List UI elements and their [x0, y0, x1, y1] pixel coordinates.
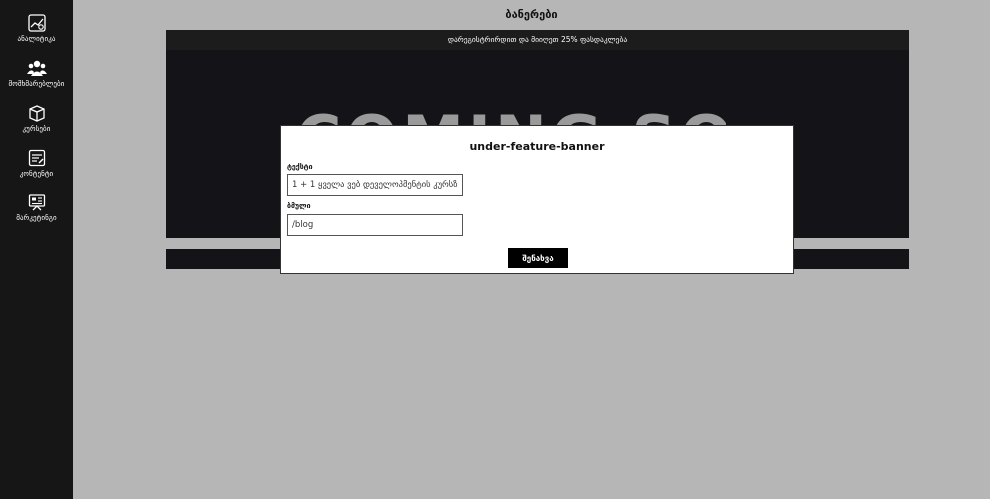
banner-text-input[interactable] [287, 174, 463, 196]
courses-icon [28, 105, 45, 122]
sidebar-item-courses[interactable]: კურსები [0, 104, 73, 133]
marketing-icon [28, 194, 45, 211]
banner-caption: დარეგისტრირდით და მიიღეთ 25% ფასდაკლება [166, 30, 909, 50]
save-button[interactable]: შენახვა [508, 248, 568, 268]
modal-title: under-feature-banner [469, 140, 605, 153]
sidebar-item-label: კურსები [22, 125, 51, 133]
users-icon [26, 60, 47, 76]
sidebar-item-label: მარკეტინგი [16, 214, 57, 222]
sidebar-item-label: კონტენტი [19, 170, 54, 178]
sidebar-item-label: ანალიტიკა [17, 35, 56, 43]
content-icon [28, 149, 45, 167]
text-field-label: ტექსტი [287, 163, 313, 171]
edit-banner-modal: under-feature-banner ტექსტი ბმული შენახვ… [280, 125, 794, 274]
page-title: ბანერები [505, 8, 558, 21]
link-field-label: ბმული [287, 202, 311, 210]
sidebar-item-users[interactable]: მომხმარებლები [0, 59, 73, 88]
sidebar-item-marketing[interactable]: მარკეტინგი [0, 193, 73, 222]
sidebar: ანალიტიკა მომხმარებლები კურსები კონტენტი [0, 0, 73, 499]
sidebar-item-label: მომხმარებლები [8, 80, 65, 88]
sidebar-item-analytics[interactable]: ანალიტიკა [0, 14, 73, 43]
sidebar-item-content[interactable]: კონტენტი [0, 149, 73, 178]
analytics-icon [27, 14, 46, 32]
banner-link-input[interactable] [287, 214, 463, 236]
